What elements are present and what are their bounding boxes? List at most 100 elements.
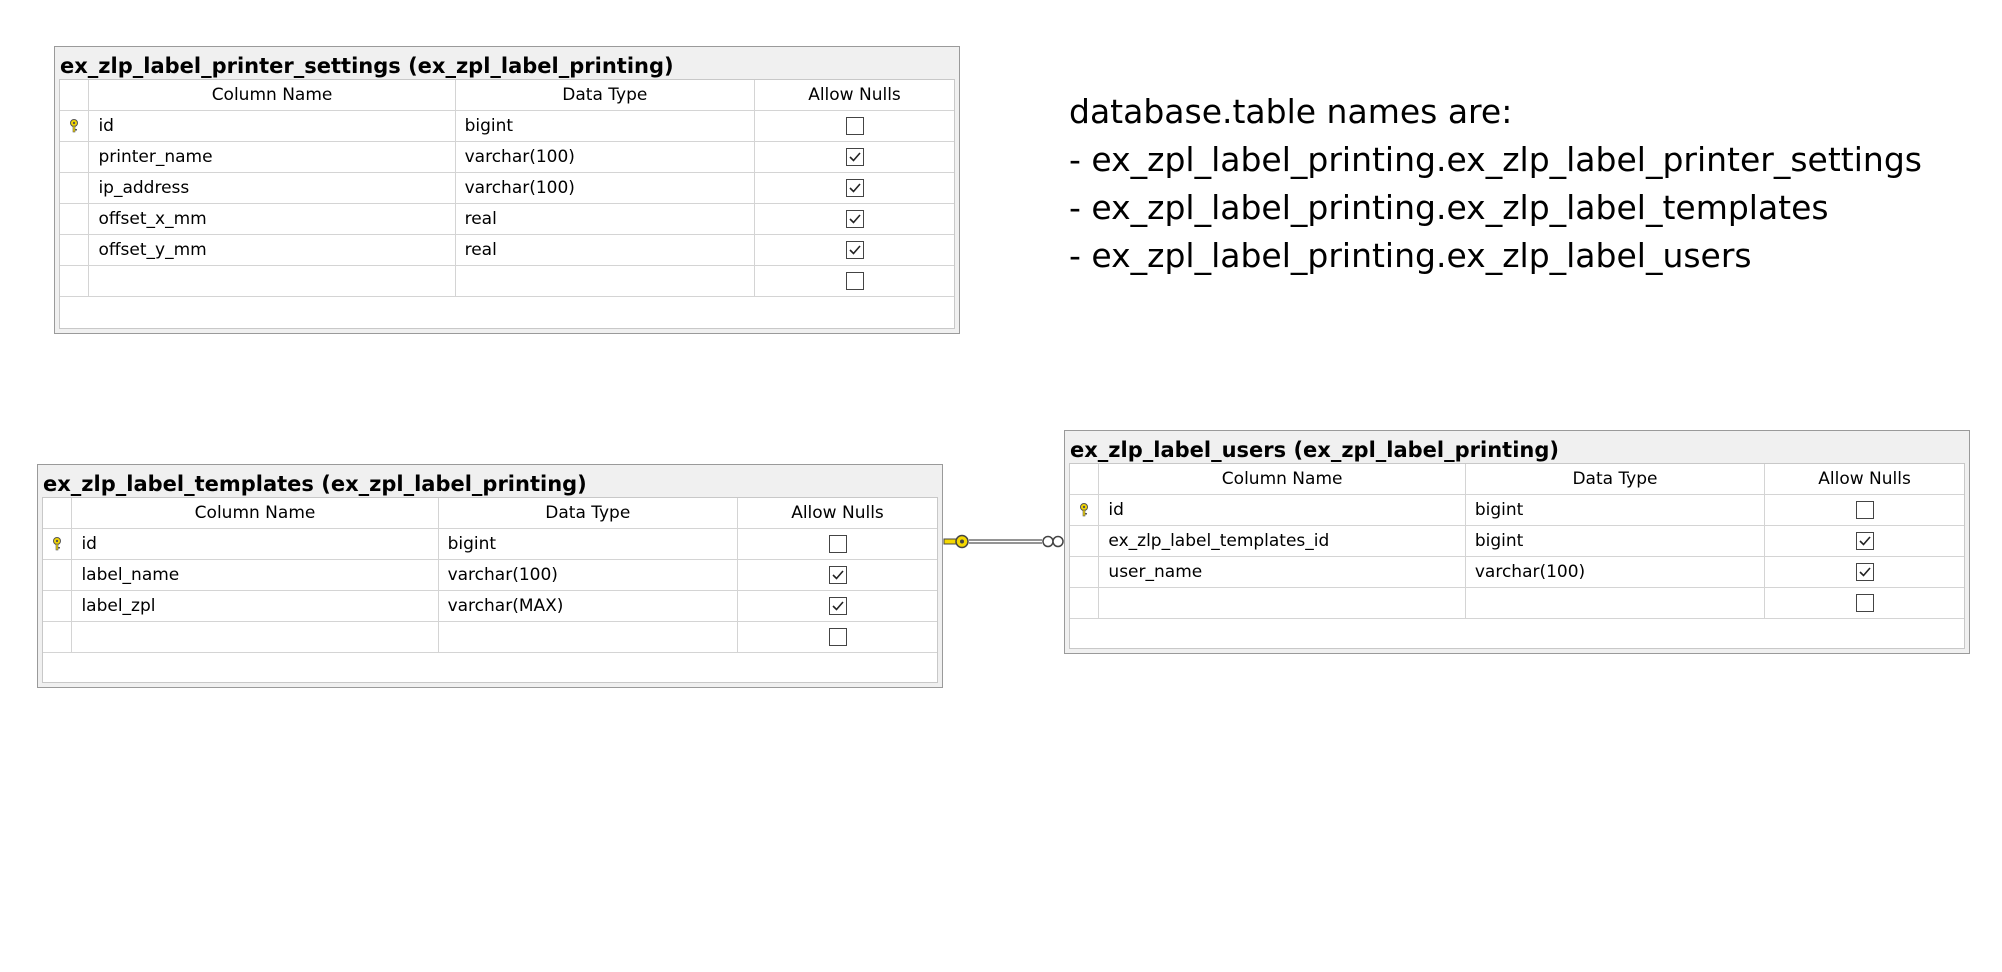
data-type-cell[interactable] [455,265,756,297]
data-type-cell[interactable]: bigint [455,110,756,142]
data-type-cell[interactable]: varchar(100) [1465,556,1766,588]
row-selector[interactable] [43,590,73,622]
table-row[interactable]: id bigint [1070,494,1964,526]
column-name-cell[interactable] [1098,587,1466,619]
checkmark-icon [848,214,861,224]
table-row[interactable]: label_zpl varchar(MAX) [43,590,937,622]
row-selector[interactable] [60,110,90,142]
data-type-cell[interactable]: real [455,234,756,266]
row-selector[interactable] [60,141,90,173]
table-row[interactable] [60,265,954,297]
allow-nulls-cell [754,234,954,266]
row-selector[interactable] [60,203,90,235]
row-selector[interactable] [1070,556,1100,588]
column-name-cell[interactable] [88,265,456,297]
table-row[interactable]: id bigint [43,528,937,560]
relationship-line[interactable] [942,528,1066,558]
table-row[interactable]: id bigint [60,110,954,142]
checkmark-icon [848,245,861,255]
column-name-cell[interactable]: ex_zlp_label_templates_id [1098,525,1466,557]
column-name-cell[interactable]: id [88,110,456,142]
table-row[interactable] [1070,587,1964,619]
column-name-cell[interactable]: label_zpl [71,590,439,622]
allow-nulls-checkbox[interactable] [1855,563,1874,581]
table-templates[interactable]: ex_zlp_label_templates (ex_zpl_label_pri… [37,464,943,688]
row-selector[interactable] [1070,587,1100,619]
checkmark-icon [831,601,844,611]
column-name-cell[interactable]: label_name [71,559,439,591]
column-name-cell[interactable]: ip_address [88,172,456,204]
column-name-cell[interactable]: user_name [1098,556,1466,588]
table-title: ex_zlp_label_templates (ex_zpl_label_pri… [43,472,587,496]
allow-nulls-checkbox[interactable] [845,210,864,228]
allow-nulls-checkbox[interactable] [845,117,864,135]
allow-nulls-checkbox[interactable] [828,535,847,553]
data-type-cell[interactable]: bigint [438,528,739,560]
data-type-cell[interactable]: real [455,203,756,235]
column-name-cell[interactable]: offset_y_mm [88,234,456,266]
allow-nulls-header: Allow Nulls [737,498,937,529]
allow-nulls-checkbox[interactable] [1855,532,1874,550]
row-selector[interactable] [43,559,73,591]
allow-nulls-checkbox[interactable] [845,241,864,259]
column-name-cell[interactable]: offset_x_mm [88,203,456,235]
data-type-cell[interactable] [438,621,739,653]
allow-nulls-checkbox[interactable] [1855,594,1874,612]
allow-nulls-header: Allow Nulls [754,80,954,111]
one-key-icon [943,534,969,549]
table-row[interactable]: printer_name varchar(100) [60,141,954,173]
table-printer-settings[interactable]: ex_zlp_label_printer_settings (ex_zpl_la… [54,46,960,334]
column-name-cell[interactable] [71,621,439,653]
checkmark-icon [1858,567,1871,577]
data-type-cell[interactable]: varchar(100) [455,172,756,204]
allow-nulls-cell [1764,494,1964,526]
column-name-cell[interactable]: id [1098,494,1466,526]
table-row[interactable]: offset_y_mm real [60,234,954,266]
allow-nulls-cell [737,590,937,622]
allow-nulls-checkbox[interactable] [828,597,847,615]
data-type-cell[interactable] [1465,587,1766,619]
allow-nulls-checkbox[interactable] [845,272,864,290]
row-selector[interactable] [60,234,90,266]
note-line: - ex_zpl_label_printing.ex_zlp_label_tem… [1069,188,1829,227]
data-type-cell[interactable]: varchar(100) [438,559,739,591]
row-selector[interactable] [60,265,90,297]
row-selector[interactable] [43,528,73,560]
data-type-cell[interactable]: bigint [1465,525,1766,557]
table-users[interactable]: ex_zlp_label_users (ex_zpl_label_printin… [1064,430,1970,654]
allow-nulls-cell [754,141,954,173]
table-row[interactable]: label_name varchar(100) [43,559,937,591]
data-type-cell[interactable]: varchar(MAX) [438,590,739,622]
table-row[interactable]: user_name varchar(100) [1070,556,1964,588]
allow-nulls-checkbox[interactable] [845,179,864,197]
column-name-header: Column Name [71,498,439,529]
column-name-header: Column Name [1098,464,1466,495]
primary-key-icon [68,116,80,136]
allow-nulls-cell [1764,525,1964,557]
allow-nulls-checkbox[interactable] [828,628,847,646]
checkmark-icon [1858,536,1871,546]
table-row[interactable] [43,621,937,653]
row-selector[interactable] [43,621,73,653]
allow-nulls-header: Allow Nulls [1764,464,1964,495]
column-name-cell[interactable]: printer_name [88,141,456,173]
table-names-note: database.table names are: - ex_zpl_label… [1069,88,1922,280]
primary-key-icon [51,534,63,554]
data-type-cell[interactable]: varchar(100) [455,141,756,173]
note-line: database.table names are: [1069,92,1513,131]
primary-key-icon [1078,500,1090,520]
table-row[interactable]: offset_x_mm real [60,203,954,235]
row-selector[interactable] [1070,494,1100,526]
row-selector-header [43,498,73,529]
row-selector[interactable] [60,172,90,204]
allow-nulls-checkbox[interactable] [828,566,847,584]
allow-nulls-cell [737,528,937,560]
data-type-cell[interactable]: bigint [1465,494,1766,526]
column-name-cell[interactable]: id [71,528,439,560]
row-selector[interactable] [1070,525,1100,557]
table-row[interactable]: ex_zlp_label_templates_id bigint [1070,525,1964,557]
table-row[interactable]: ip_address varchar(100) [60,172,954,204]
allow-nulls-checkbox[interactable] [1855,501,1874,519]
checkmark-icon [848,183,861,193]
allow-nulls-checkbox[interactable] [845,148,864,166]
